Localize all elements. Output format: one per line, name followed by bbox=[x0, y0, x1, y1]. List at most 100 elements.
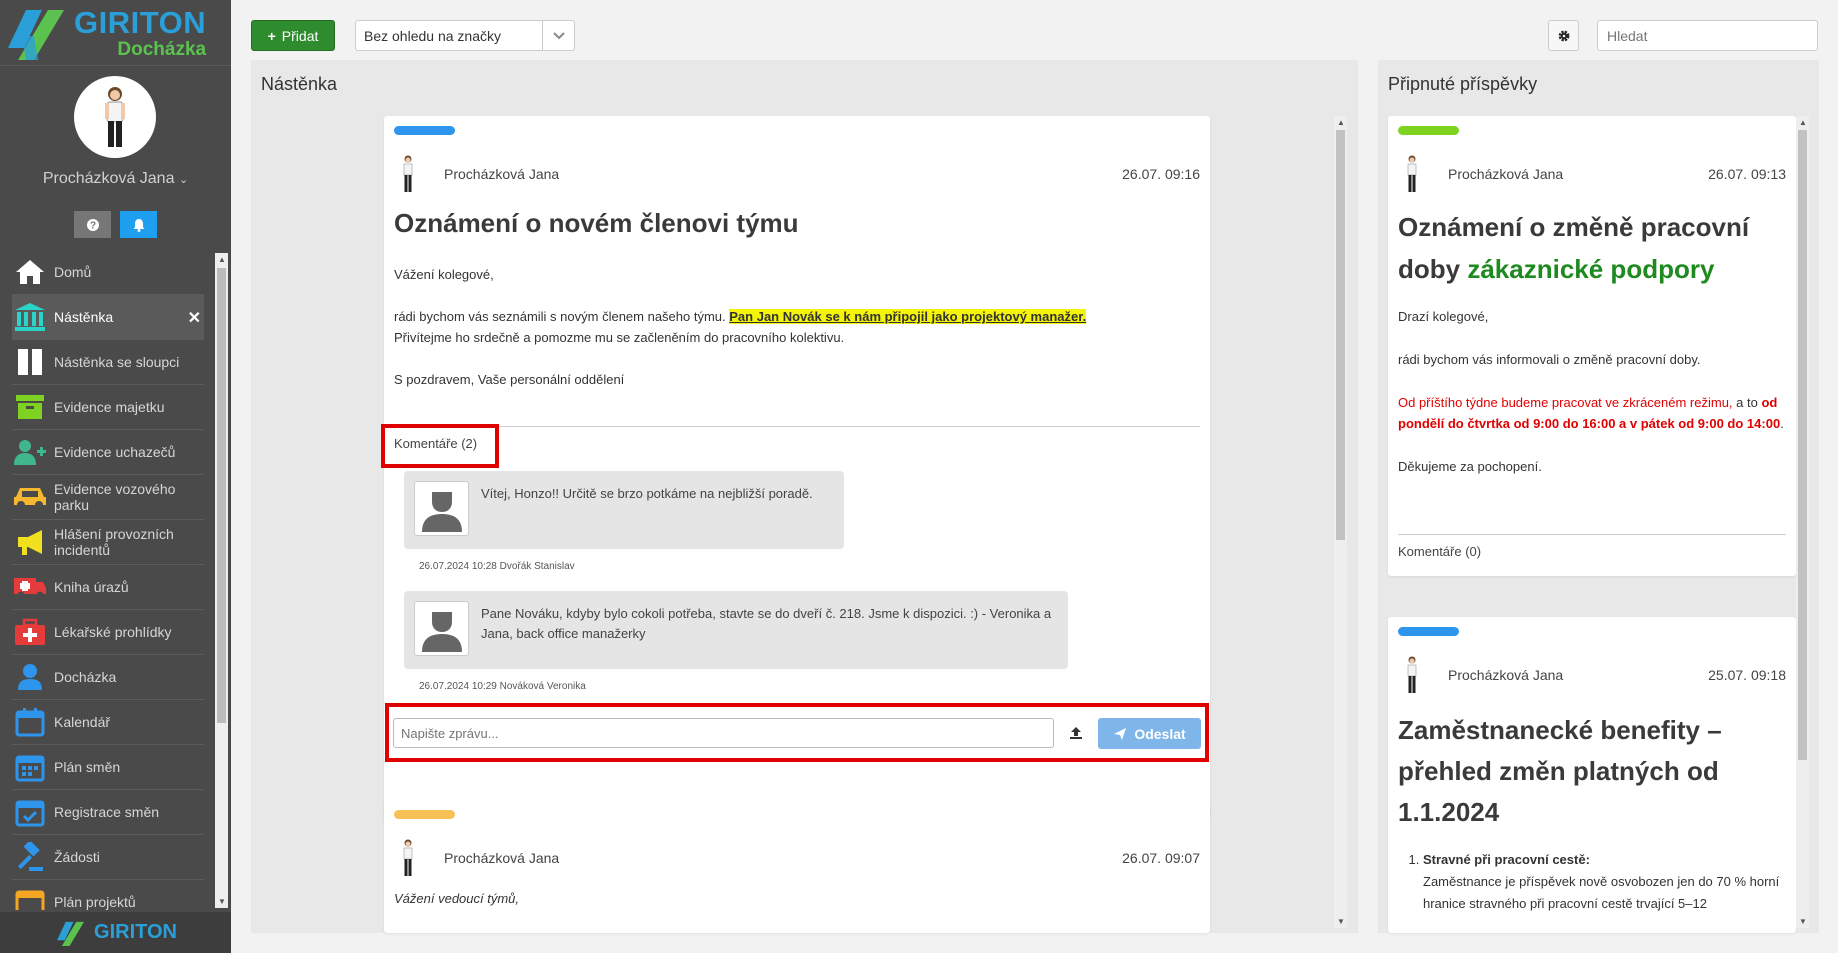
pinned-panel: Připnuté příspěvky Procházková Jana 26.0… bbox=[1378, 60, 1819, 933]
pinned-title: Připnuté příspěvky bbox=[1388, 74, 1538, 94]
tag-filter-value: Bez ohledu na značky bbox=[364, 27, 501, 44]
scroll-down-icon[interactable]: ▼ bbox=[218, 897, 226, 906]
app-logo[interactable]: GIRITON Docházka bbox=[0, 0, 231, 66]
scroll-down-icon[interactable]: ▼ bbox=[1337, 917, 1345, 926]
sidebar-item-label: Kniha úrazů bbox=[54, 579, 129, 595]
author-avatar-icon bbox=[403, 839, 413, 876]
sidebar-item-label: Hlášení provozních incidentů bbox=[54, 526, 174, 558]
post-body-text: Přivítejme ho srdečně a pomozme mu se za… bbox=[394, 330, 845, 345]
help-button[interactable]: ? bbox=[74, 211, 111, 238]
sidebar-item-label: Kalendář bbox=[54, 714, 111, 730]
post-body-text: rádi bychom vás seznámili s novým členem… bbox=[394, 309, 726, 324]
comment-bubble: Pane Nováku, kdyby bylo cokoli potřeba, … bbox=[404, 591, 1068, 669]
sidebar-menu: Domů Nástěnka ✕ Nástěnka se sloupci Evid… bbox=[12, 250, 204, 910]
list-item-title: Stravné při pracovní cestě: bbox=[1423, 852, 1590, 867]
tag-filter-select[interactable]: Bez ohledu na značky bbox=[355, 20, 575, 51]
scroll-up-icon[interactable]: ▲ bbox=[218, 255, 226, 264]
sidebar-item-kalendar[interactable]: Kalendář bbox=[12, 700, 204, 745]
sidebar-item-dochazka[interactable]: Docházka bbox=[12, 655, 204, 700]
plus-icon: + bbox=[267, 27, 276, 44]
pinned-scrollbar[interactable]: ▲ ▼ bbox=[1796, 116, 1809, 928]
divider bbox=[394, 426, 1200, 427]
sidebar-item-hlaseni-incidentu[interactable]: Hlášení provozních incidentů bbox=[12, 520, 204, 565]
giriton-logo-icon bbox=[8, 9, 64, 60]
post-date: 25.07. 09:18 bbox=[1708, 667, 1786, 683]
sidebar-item-label: Nástěnka bbox=[54, 309, 114, 325]
post-body: Drazí kolegové, rádi bychom vás informov… bbox=[1398, 306, 1786, 477]
post-tag-bar[interactable] bbox=[1398, 627, 1459, 636]
post-title: Oznámení o změně pracovní doby zákaznick… bbox=[1398, 206, 1786, 290]
sidebar-item-label: Evidence vozového parku bbox=[54, 481, 176, 513]
sidebar-item-lekarske-prohlidky[interactable]: Lékařské prohlídky bbox=[12, 610, 204, 655]
post-author: Procházková Jana bbox=[1448, 667, 1564, 683]
divider bbox=[1398, 534, 1786, 535]
bank-icon bbox=[12, 299, 48, 335]
add-button[interactable]: + Přidat bbox=[251, 20, 335, 51]
scrollbar-thumb[interactable] bbox=[217, 268, 226, 723]
sidebar-item-label: Docházka bbox=[54, 669, 117, 685]
user-name: Procházková Jana bbox=[42, 170, 175, 187]
post-body-text: rádi bychom vás informovali o změně prac… bbox=[1398, 352, 1701, 367]
board-title: Nástěnka bbox=[261, 74, 338, 94]
sidebar-item-evidence-vozoveho-parku[interactable]: Evidence vozového parku bbox=[12, 475, 204, 520]
sidebar-item-plan-smen[interactable]: Plán směn bbox=[12, 745, 204, 790]
question-icon: ? bbox=[86, 218, 99, 231]
scroll-up-icon[interactable]: ▲ bbox=[1337, 118, 1345, 127]
post-tag-bar[interactable] bbox=[394, 126, 455, 135]
chevron-down-icon[interactable] bbox=[542, 21, 574, 50]
sidebar-item-domu[interactable]: Domů bbox=[12, 250, 204, 295]
board-scrollbar[interactable]: ▲ ▼ bbox=[1334, 116, 1347, 928]
sidebar-item-kniha-urazu[interactable]: Kniha úrazů bbox=[12, 565, 204, 610]
scroll-up-icon[interactable]: ▲ bbox=[1799, 118, 1807, 127]
user-silhouette-icon bbox=[421, 611, 462, 652]
comment-text: Pane Nováku, kdyby bylo cokoli potřeba, … bbox=[481, 606, 1052, 641]
calendar-orange-icon bbox=[12, 884, 48, 910]
sidebar-item-evidence-majetku[interactable]: Evidence majetku bbox=[12, 385, 204, 430]
board-panel: Nástěnka Procházková Jana 26.07. 09:16 O… bbox=[251, 60, 1358, 933]
post-body-text: . bbox=[1780, 416, 1784, 431]
comments-toggle[interactable]: Komentáře (0) bbox=[1398, 544, 1481, 559]
highlight-box-comments bbox=[381, 424, 499, 468]
car-icon bbox=[12, 479, 48, 515]
post-body: Vážení kolegové, rádi bychom vás seznámi… bbox=[394, 264, 1200, 390]
sidebar-item-zadosti[interactable]: Žádosti bbox=[12, 835, 204, 880]
post-thanks: Děkujeme za pochopení. bbox=[1398, 459, 1542, 474]
scrollbar-thumb[interactable] bbox=[1798, 130, 1807, 760]
post-title-highlight: zákaznické podpory bbox=[1467, 254, 1715, 284]
pinned-post-card: Procházková Jana 26.07. 09:13 Oznámení o… bbox=[1388, 116, 1796, 576]
sidebar-item-label: Nástěnka se sloupci bbox=[54, 354, 180, 370]
sidebar-item-plan-projektu[interactable]: Plán projektů bbox=[12, 880, 204, 910]
avatar-person-icon bbox=[105, 87, 125, 147]
home-icon bbox=[12, 254, 48, 290]
list-item-text: Zaměstnance je příspěvek nově osvobozen … bbox=[1423, 874, 1780, 911]
close-icon[interactable]: ✕ bbox=[188, 308, 201, 328]
user-name-dropdown[interactable]: Procházková Jana ⌄ bbox=[0, 170, 231, 188]
sidebar-item-evidence-uchazecu[interactable]: Evidence uchazečů bbox=[12, 430, 204, 475]
gavel-icon bbox=[12, 839, 48, 875]
post-title: Zaměstnanecké benefity – přehled změn pl… bbox=[1398, 715, 1722, 827]
post-signature: S pozdravem, Vaše personální oddělení bbox=[394, 372, 625, 387]
sidebar-scrollbar[interactable]: ▲ ▼ bbox=[215, 253, 228, 908]
post-author: Procházková Jana bbox=[444, 850, 560, 866]
scrollbar-thumb[interactable] bbox=[1336, 130, 1345, 540]
sidebar-item-nastenka[interactable]: Nástěnka ✕ bbox=[12, 295, 204, 340]
ambulance-icon bbox=[12, 569, 48, 605]
post-greeting: Vážení vedoucí týmů, bbox=[394, 891, 520, 906]
user-avatar[interactable] bbox=[74, 76, 156, 158]
megaphone-icon bbox=[12, 524, 48, 560]
author-avatar-icon bbox=[1407, 656, 1417, 693]
comment-meta: 26.07.2024 10:28 Dvořák Stanislav bbox=[419, 561, 575, 572]
post-body-text: a to bbox=[1736, 395, 1758, 410]
post-tag-bar[interactable] bbox=[1398, 126, 1459, 135]
settings-button[interactable] bbox=[1548, 20, 1579, 51]
footer-brand: GIRITON bbox=[94, 921, 177, 943]
search-input[interactable] bbox=[1597, 20, 1818, 51]
post-tag-bar[interactable] bbox=[394, 810, 455, 819]
notifications-button[interactable] bbox=[120, 211, 157, 238]
scroll-down-icon[interactable]: ▼ bbox=[1799, 917, 1807, 926]
sidebar-item-label: Plán směn bbox=[54, 759, 121, 775]
sidebar-item-registrace-smen[interactable]: Registrace směn bbox=[12, 790, 204, 835]
sidebar-item-nastenka-se-sloupci[interactable]: Nástěnka se sloupci bbox=[12, 340, 204, 385]
comment-bubble: Vítej, Honzo!! Určitě se brzo potkáme na… bbox=[404, 471, 844, 549]
medkit-icon bbox=[12, 614, 48, 650]
